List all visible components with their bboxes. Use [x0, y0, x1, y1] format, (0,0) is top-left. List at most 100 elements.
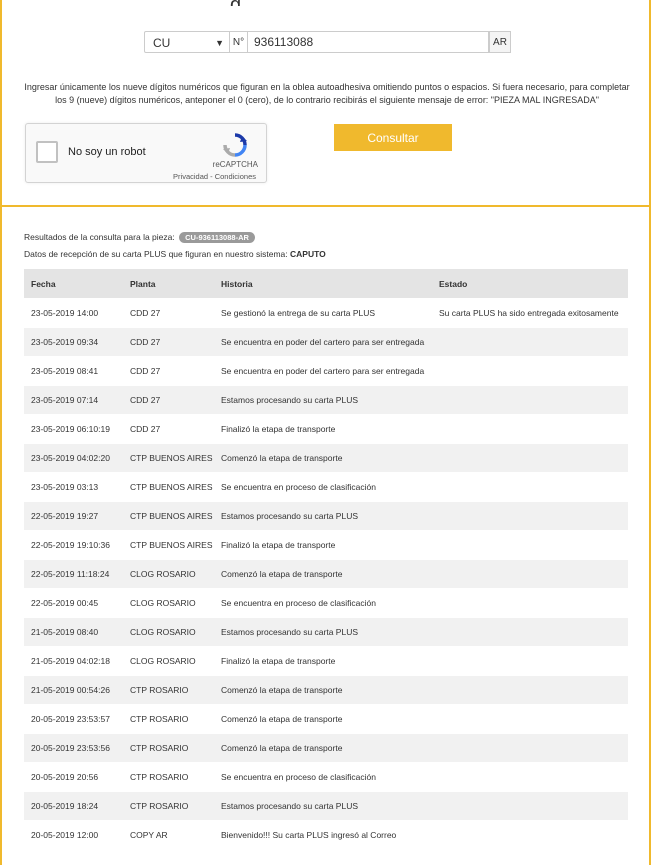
cell-estado: [432, 501, 628, 531]
number-prefix: N°: [230, 31, 248, 53]
cell-estado: [432, 472, 628, 502]
cell-historia: Estamos procesando su carta PLUS: [214, 617, 432, 647]
table-row: 23-05-2019 07:14 CDD 27 Estamos procesando…: [24, 385, 628, 415]
cell-planta: CTP ROSARIO: [123, 704, 214, 734]
cell-planta: CTP ROSARIO: [123, 733, 214, 763]
result-piece-label: Resultados de la consulta para la pieza:: [24, 232, 175, 242]
result-recipient-label: Datos de recepción de su carta PLUS que …: [24, 249, 288, 259]
cell-fecha: 22-05-2019 19:10:36: [24, 530, 123, 560]
cell-planta: CLOG ROSARIO: [123, 646, 214, 676]
table-row: 20-05-2019 23:53:56 CTP ROSARIO Comenzó la…: [24, 733, 628, 763]
recaptcha-brand: reCAPTCHA: [212, 160, 258, 169]
cell-planta: CTP ROSARIO: [123, 675, 214, 705]
cell-historia: Se encuentra en poder del cartero para s…: [214, 356, 432, 386]
recaptcha-label: No soy un robot: [68, 146, 146, 158]
cell-planta: CDD 27: [123, 298, 214, 328]
cell-fecha: 22-05-2019 11:18:24: [24, 559, 123, 589]
cell-estado: [432, 791, 628, 821]
recaptcha-links[interactable]: Privacidad - Condiciones: [173, 172, 256, 181]
cell-historia: Se encuentra en poder del cartero para s…: [214, 327, 432, 357]
cell-planta: CLOG ROSARIO: [123, 559, 214, 589]
cell-estado: [432, 356, 628, 386]
header-estado: Estado: [432, 269, 628, 299]
piece-type-value: CU: [153, 36, 171, 50]
table-row: 22-05-2019 19:10:36 CTP BUENOS AIRES Final…: [24, 530, 628, 560]
cell-historia: Comenzó la etapa de transporte: [214, 443, 432, 473]
table-row: 20-05-2019 12:00 COPY AR Bienvenido!!! Su …: [24, 820, 628, 849]
recaptcha-widget: No soy un robot reCAPTCHA Privacidad - C…: [25, 123, 267, 183]
cell-historia: Comenzó la etapa de transporte: [214, 704, 432, 734]
table-row: 20-05-2019 20:56 CTP ROSARIO Se encuentra …: [24, 762, 628, 792]
cell-historia: Finalizó la etapa de transporte: [214, 646, 432, 676]
cell-historia: Estamos procesando su carta PLUS: [214, 385, 432, 415]
cell-planta: CDD 27: [123, 327, 214, 357]
recaptcha-checkbox[interactable]: [36, 141, 58, 163]
result-piece-line: Resultados de la consulta para la pieza:…: [24, 232, 255, 243]
header-historia: Historia: [214, 269, 432, 299]
cell-planta: CTP ROSARIO: [123, 762, 214, 792]
cell-planta: CTP BUENOS AIRES: [123, 443, 214, 473]
piece-id-badge: CU-936113088-AR: [179, 232, 255, 243]
cell-planta: CLOG ROSARIO: [123, 617, 214, 647]
chevron-down-icon: ▼: [215, 38, 224, 48]
cell-fecha: 21-05-2019 00:54:26: [24, 675, 123, 705]
cell-historia: Se encuentra en proceso de clasificación: [214, 472, 432, 502]
cell-planta: COPY AR: [123, 820, 214, 849]
cell-fecha: 20-05-2019 23:53:57: [24, 704, 123, 734]
cell-fecha: 23-05-2019 03:13: [24, 472, 123, 502]
cell-historia: Comenzó la etapa de transporte: [214, 675, 432, 705]
cell-estado: [432, 559, 628, 589]
piece-type-select[interactable]: CU ▼: [144, 31, 230, 53]
cell-planta: CDD 27: [123, 356, 214, 386]
country-suffix: AR: [489, 31, 511, 53]
table-row: 23-05-2019 08:41 CDD 27 Se encuentra en po…: [24, 356, 628, 386]
cell-historia: Finalizó la etapa de transporte: [214, 530, 432, 560]
cell-estado: [432, 733, 628, 763]
table-row: 23-05-2019 04:02:20 CTP BUENOS AIRES Comen…: [24, 443, 628, 473]
instructions-text: Ingresar únicamente los nueve dígitos nu…: [24, 82, 630, 105]
consultar-button[interactable]: Consultar: [334, 124, 452, 151]
cell-estado: [432, 414, 628, 444]
cell-historia: Comenzó la etapa de transporte: [214, 733, 432, 763]
cell-estado: [432, 820, 628, 849]
cell-historia: Comenzó la etapa de transporte: [214, 559, 432, 589]
cell-planta: CTP BUENOS AIRES: [123, 530, 214, 560]
recaptcha-icon: [223, 133, 247, 157]
cell-historia: Se gestionó la entrega de su carta PLUS: [214, 298, 432, 328]
cell-fecha: 22-05-2019 00:45: [24, 588, 123, 618]
tracking-number-input[interactable]: [248, 31, 489, 53]
cell-fecha: 21-05-2019 08:40: [24, 617, 123, 647]
table-row: 23-05-2019 06:10:19 CDD 27 Finalizó la eta…: [24, 414, 628, 444]
tracking-history-table: Fecha Planta Historia Estado 23-05-2019 …: [24, 269, 628, 849]
cell-historia: Finalizó la etapa de transporte: [214, 414, 432, 444]
cell-fecha: 20-05-2019 20:56: [24, 762, 123, 792]
cell-fecha: 20-05-2019 12:00: [24, 820, 123, 849]
cell-historia: Estamos procesando su carta PLUS: [214, 501, 432, 531]
cell-fecha: 23-05-2019 09:34: [24, 327, 123, 357]
cell-fecha: 23-05-2019 07:14: [24, 385, 123, 415]
header-planta: Planta: [123, 269, 214, 299]
cell-fecha: 23-05-2019 04:02:20: [24, 443, 123, 473]
cell-fecha: 23-05-2019 06:10:19: [24, 414, 123, 444]
table-header-row: Fecha Planta Historia Estado: [24, 269, 628, 299]
result-recipient-line: Datos de recepción de su carta PLUS que …: [24, 249, 326, 259]
table-row: 22-05-2019 19:27 CTP BUENOS AIRES Estamos …: [24, 501, 628, 531]
cell-planta: CTP ROSARIO: [123, 791, 214, 821]
tracking-form-row: CU ▼ N° AR: [144, 31, 511, 54]
cell-estado: [432, 530, 628, 560]
table-row: 21-05-2019 00:54:26 CTP ROSARIO Comenzó la…: [24, 675, 628, 705]
cell-estado: Su carta PLUS ha sido entregada exitosam…: [432, 298, 628, 328]
cell-estado: [432, 675, 628, 705]
cell-fecha: 21-05-2019 04:02:18: [24, 646, 123, 676]
header-fecha: Fecha: [24, 269, 123, 299]
cell-estado: [432, 617, 628, 647]
table-body: 23-05-2019 14:00 CDD 27 Se gestionó la ent…: [24, 298, 628, 849]
cell-planta: CDD 27: [123, 385, 214, 415]
table-row: 20-05-2019 23:53:57 CTP ROSARIO Comenzó la…: [24, 704, 628, 734]
cell-planta: CTP BUENOS AIRES: [123, 501, 214, 531]
cell-historia: Se encuentra en proceso de clasificación: [214, 588, 432, 618]
cell-estado: [432, 327, 628, 357]
cell-fecha: 22-05-2019 19:27: [24, 501, 123, 531]
table-row: 21-05-2019 04:02:18 CLOG ROSARIO Finalizó …: [24, 646, 628, 676]
cell-fecha: 23-05-2019 08:41: [24, 356, 123, 386]
